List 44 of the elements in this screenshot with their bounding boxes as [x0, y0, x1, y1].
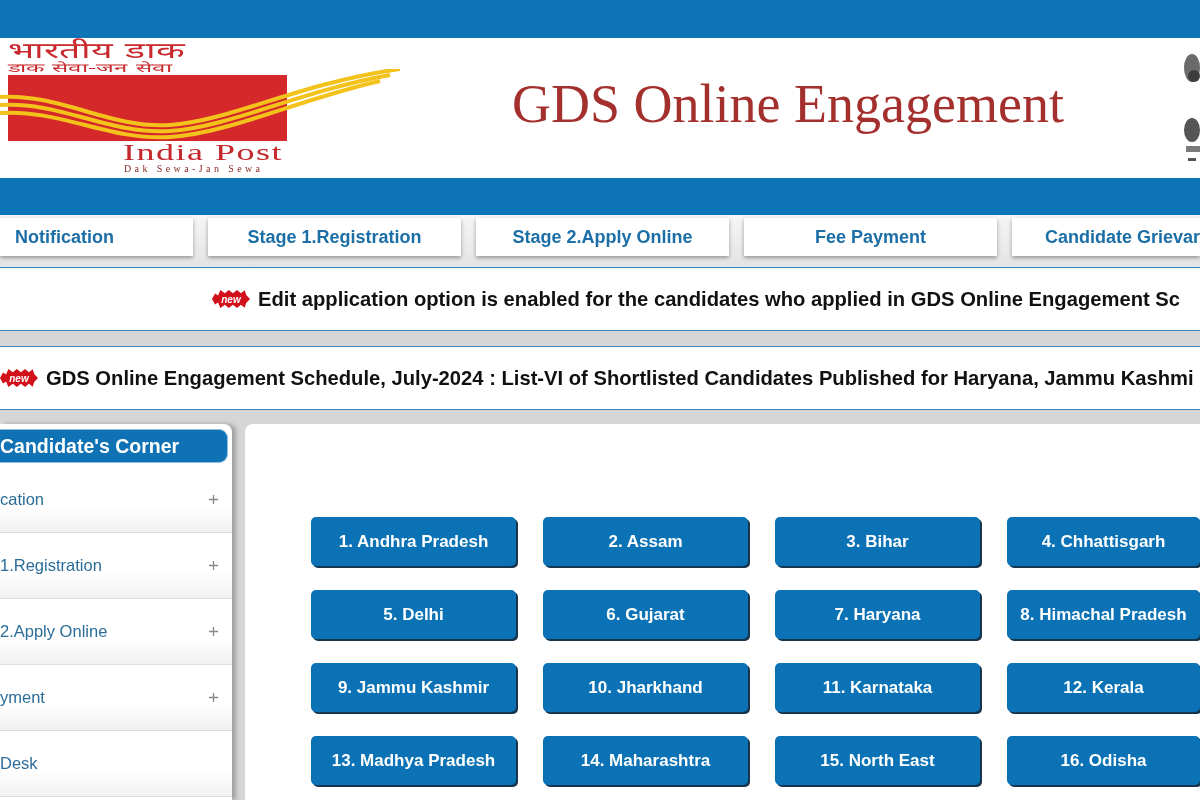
state-button[interactable]: 2. Assam: [543, 517, 748, 566]
nav-tab[interactable]: Notification: [0, 218, 193, 256]
state-button[interactable]: 9. Jammu Kashmir: [311, 663, 516, 712]
nav-tab[interactable]: Stage 2.Apply Online: [475, 218, 729, 256]
state-button[interactable]: 4. Chhattisgarh: [1007, 517, 1200, 566]
announcement-link[interactable]: Edit application option is enabled for the candidates who applied in GDS Online Engagement Sc: [258, 287, 1180, 311]
plus-icon: [209, 561, 218, 570]
sidebar-item-label: cation: [0, 490, 45, 509]
page-title: GDS Online Engagement: [512, 73, 1064, 136]
state-button[interactable]: 6. Gujarat: [543, 590, 748, 639]
sidebar-item[interactable]: 2.Apply Online: [0, 599, 232, 665]
state-button[interactable]: 7. Haryana: [775, 590, 980, 639]
nav-tab[interactable]: Candidate Grievar: [1011, 218, 1200, 256]
sidebar-item[interactable]: yment: [0, 665, 232, 731]
sidebar-item[interactable]: 1.Registration: [0, 533, 232, 599]
state-button[interactable]: 16. Odisha: [1007, 736, 1200, 785]
state-button[interactable]: 3. Bihar: [775, 517, 980, 566]
plus-icon: [209, 495, 218, 504]
announcement-link[interactable]: GDS Online Engagement Schedule, July-2024 : List-VI of Shortlisted Candidates Published for Haryana, Jammu Kashmi: [46, 366, 1194, 390]
nav-tab[interactable]: Stage 1.Registration: [208, 218, 461, 256]
state-button[interactable]: 13. Madhya Pradesh: [311, 736, 516, 785]
state-button[interactable]: 5. Delhi: [311, 590, 516, 639]
logo-name: India Post: [123, 141, 283, 163]
sidebar-item-label: 2.Apply Online: [0, 622, 108, 641]
logo-hindi-tagline: डाक सेवा-जन सेवा: [8, 61, 172, 75]
state-button[interactable]: 1. Andhra Pradesh: [311, 517, 516, 566]
state-button[interactable]: 8. Himachal Pradesh: [1007, 590, 1200, 639]
plus-icon: [209, 627, 218, 636]
logo-tagline: Dak Sewa-Jan Sewa: [124, 163, 264, 174]
sidebar-title: Candidate's Corner: [0, 429, 228, 463]
nav-tab[interactable]: Fee Payment: [743, 218, 997, 256]
sidebar-item[interactable]: Desk: [0, 731, 232, 797]
plus-icon: [209, 693, 218, 702]
state-button[interactable]: 10. Jharkhand: [543, 663, 748, 712]
sidebar-item-label: Desk: [0, 754, 38, 773]
sidebar-item-label: 1.Registration: [0, 556, 102, 575]
state-button[interactable]: 11. Karnataka: [775, 663, 980, 712]
new-badge: new: [212, 290, 250, 308]
state-button[interactable]: 14. Maharashtra: [543, 736, 748, 785]
state-button[interactable]: 12. Kerala: [1007, 663, 1200, 712]
new-badge: new: [0, 369, 38, 387]
state-button[interactable]: 15. North East: [775, 736, 980, 785]
sidebar-item-label: yment: [0, 688, 45, 707]
sidebar-item[interactable]: cation: [0, 467, 232, 533]
